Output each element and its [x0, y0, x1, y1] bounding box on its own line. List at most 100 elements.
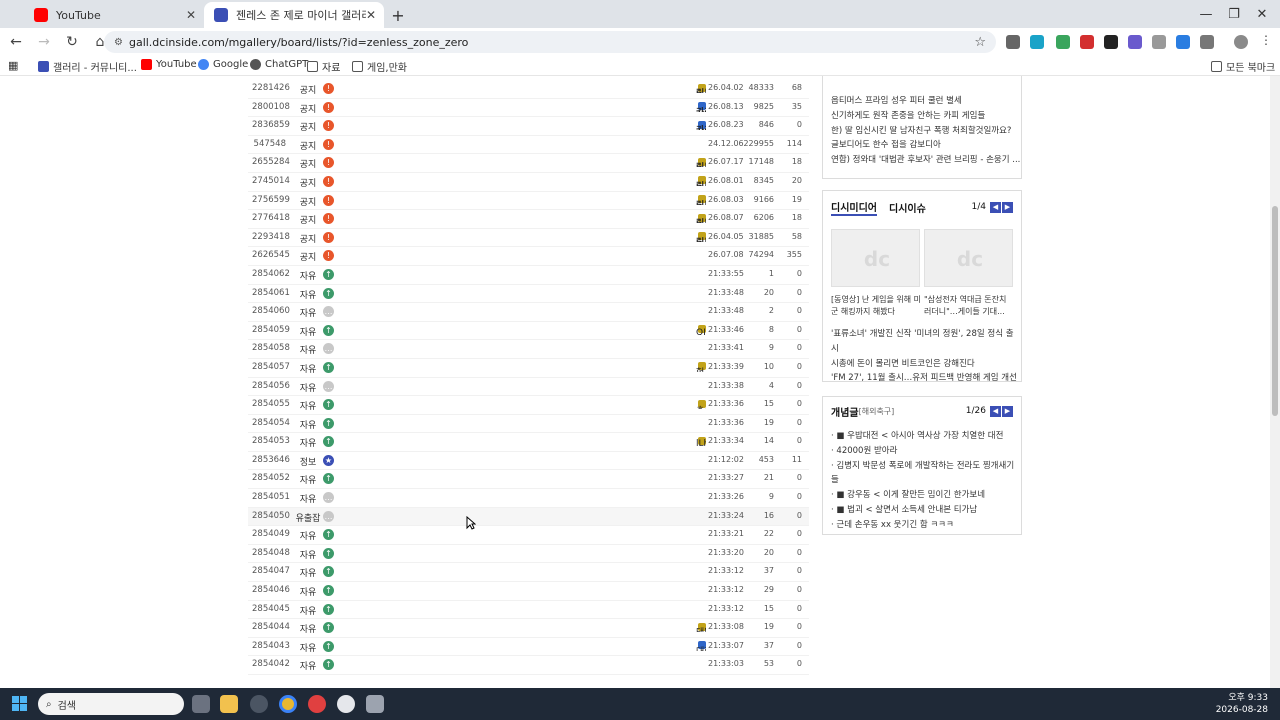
post-row[interactable]: 2854050유출잡…스포)3.3 테섭은 언제에요? [1]ㅇㅇ[virtua… [248, 507, 809, 527]
media-caption[interactable]: "삼성전자 역대급 돈잔치 러더니"…게이들 기대... [924, 294, 1014, 318]
post-row[interactable]: 2854058자유…형들 찢은 리딤한개야? [3]찢붕이(121.158)[K… [248, 340, 809, 359]
post-row[interactable]: 2854043자유↑mr.로인데 생각보다 얇쳤네 [1]대학원오지마21:33… [248, 638, 809, 657]
post-row[interactable]: 2854047자유↑피닉스 미리색 금발일줄은 몰랐네 [1]ㅇㅇ[v83jso… [248, 563, 809, 583]
extension-icon[interactable] [1176, 35, 1190, 49]
extension-icon[interactable] [1006, 35, 1020, 49]
post-row[interactable]: 2854053자유↑근데 이게 무슨말이야 [1]lLhl21:33:34140 [248, 433, 809, 452]
next-arrow-icon[interactable]: ▶ [1002, 201, 1013, 213]
post-row[interactable]: 2854057자유↑수나 낸도 어디서 사야하나요 제발 알려주세요 [1]헌시… [248, 359, 809, 378]
concept-item[interactable]: · ■ 우밥대전 < 아시아 역사상 가장 치열한 대전 [831, 429, 1021, 444]
post-row[interactable]: 2854055자유↑갖고 있는 스킨 안 끼면 튀지는 병 걸려있긴 한데 ㅎㅋ… [248, 396, 809, 415]
concept-item[interactable]: · 42000원 받아라 [831, 444, 1021, 459]
forward-icon[interactable]: → [32, 30, 56, 54]
reload-icon[interactable]: ↻ [60, 30, 84, 54]
post-row[interactable]: 2854060자유…룩시 전무 이펙트 보니까 비리는 캐릭인가 ㅅㅇ[aven… [248, 303, 809, 322]
page-scrollbar[interactable] [1270, 76, 1280, 688]
concept-item[interactable]: · 근데 손우동 xx 웃기긴 함 ㅋㅋㅋ [831, 518, 1021, 533]
post-writer[interactable]: 림보공동 [578, 157, 706, 167]
prev-arrow-icon[interactable]: ◀ [990, 201, 1001, 213]
concept-item[interactable]: · 김병지 박문성 폭로에 개발작하는 전라도 찡개새기들 [831, 459, 1021, 489]
post-row[interactable]: 2854059자유↑피닉스 린드베른 같은 버전이면 트럭지른다 QINGYI2… [248, 322, 809, 341]
tab-youtube[interactable]: YouTube ✕ [24, 2, 204, 28]
post-row[interactable]: 2836859공지!정보글 제보 창구 [2]카리아명예기사26.08.2384… [248, 117, 809, 136]
chrome-icon[interactable] [279, 695, 297, 713]
post-writer[interactable]: 댄당멋 [578, 622, 706, 632]
next-arrow-icon[interactable]: ▶ [1002, 405, 1013, 417]
close-tab-icon[interactable]: ✕ [366, 8, 376, 22]
post-row[interactable]: 2655284공지!✳+초대코드 공유는 여기서✳+ [1383]림보공동26.… [248, 154, 809, 173]
tab-dcmedia[interactable]: 디시미디어 [831, 199, 877, 216]
media-caption[interactable]: [동영상] 난 게임을 위해 미군 해킹까지 해봤다 [831, 294, 921, 318]
post-row[interactable]: 2854061자유↑린드베른 표정 시발ㅋㅋㅋㅋㅋㅋㅋㅋㅋㅋㅋㅋㅋ ㅇㅇ[ind… [248, 285, 809, 304]
news-item[interactable]: '표류소녀' 개발진 신작 '미녀의 정원', 28일 정식 출시 [831, 327, 1021, 357]
post-row[interactable]: 2853646정보★클라렛, 룩시 형상 시네마 일러스트 [19]ㅇㅇ[wye… [248, 452, 809, 471]
extension-icon[interactable] [1104, 35, 1118, 49]
post-row[interactable]: 2626545공지!신문고 4호 [13]찢붕이(211.224)[KT]26.… [248, 247, 809, 266]
concept-item[interactable]: · ■ 법괴 < 살면서 소득세 안내본 티가남 [831, 503, 1021, 518]
extension-icon[interactable] [1030, 35, 1044, 49]
post-writer[interactable]: ㅎㅋㄹ [578, 399, 706, 409]
post-row[interactable]: 2854051자유…3.2는 고아용 브금 나올거 같네 ㅇㅇ[format56… [248, 489, 809, 508]
post-row[interactable]: 2293418공지!에이전트 동행, 흥미 이벤트 모음 림보공동26.04.0… [248, 229, 809, 248]
hot-list-item[interactable]: 한) 딸 임신시킨 딸 남자친구 폭행 처죄할것일까요? [831, 124, 1021, 139]
close-window-icon[interactable]: ✕ [1242, 0, 1280, 28]
address-bar[interactable]: ⚙ gall.dcinside.com/mgallery/board/lists… [104, 31, 996, 53]
extension-icon[interactable] [1056, 35, 1070, 49]
extensions-puzzle-icon[interactable] [1200, 35, 1214, 49]
extension-icon[interactable] [1128, 35, 1142, 49]
extension-icon[interactable] [1152, 35, 1166, 49]
menu-kebab-icon[interactable]: ⋮ [1260, 33, 1274, 47]
close-tab-icon[interactable]: ✕ [186, 8, 196, 22]
system-clock[interactable]: 오후 9:33 2026-08-28 [1216, 692, 1268, 716]
post-writer[interactable]: 림보공동 [578, 213, 706, 223]
post-row[interactable]: 2854054자유↑자오 힘겨루기 한다니깐 존나귀엽네 ㅇㅇ[blow3912… [248, 415, 809, 434]
all-bookmarks[interactable]: 모든 북마크 [1211, 59, 1275, 74]
hot-list-item[interactable]: 신기하게도 원작 존중을 안하는 카피 게임들 [831, 109, 1021, 124]
post-writer[interactable]: 림보공동 [578, 83, 706, 93]
post-row[interactable]: 2281426공지!젠레스 존 제로 마이너갤 공지사항 [26]림보공동26.… [248, 80, 809, 99]
extension-icon[interactable] [1080, 35, 1094, 49]
app-icon[interactable] [250, 695, 268, 713]
concept-item[interactable]: · ■ 강우동 < 이게 잘만든 밈이긴 한가보네 [831, 488, 1021, 503]
post-row[interactable]: 2854044자유↑근데 확실히 귀엽다 댄당멋21:33:08190 [248, 619, 809, 638]
bookmark-star-icon[interactable]: ☆ [974, 35, 986, 50]
task-view-icon[interactable] [192, 695, 210, 713]
tab-dcinside[interactable]: 젠레스 존 제로 마이너 갤러리 ✕ [204, 2, 384, 28]
scrollbar-thumb[interactable] [1272, 206, 1278, 416]
profile-avatar[interactable] [1234, 35, 1248, 49]
hot-list-item[interactable]: 옵티머스 프라임 성우 피터 쿨런 별세 [831, 94, 1021, 109]
post-writer[interactable]: QINGYI [578, 325, 706, 335]
post-row[interactable]: 2854045자유↑아 씨ㅣㅣㅣ발 공방 까먹음 ㅇㅇ[rrd1234]21:3… [248, 601, 809, 620]
site-info-icon[interactable]: ⚙ [114, 37, 123, 48]
post-row[interactable]: 2854052자유↑근데 방어 힘겨루기 준다는게 ㅇㅇ[rabbit0031]… [248, 470, 809, 490]
post-row[interactable]: 547548공지![8/2 갱신] 리딤코드 모음 [30](1.234)[LG… [248, 136, 809, 155]
file-explorer-icon[interactable] [220, 695, 238, 713]
post-row[interactable]: 2854062자유↑피닉스는 보자마자 대가리 깨짐 ㅇㅇ아닌미야비[buyer… [248, 266, 809, 285]
prev-arrow-icon[interactable]: ◀ [990, 405, 1001, 417]
new-tab-button[interactable]: + [384, 2, 412, 28]
post-writer[interactable]: 헌시제로미엔맛 [578, 362, 706, 372]
post-row[interactable]: 2756599공지!반올림 굿즈 교환 글 [74]림보공동26.08.0391… [248, 192, 809, 211]
post-row[interactable]: 2854056자유…트리거 1돌보단 공사파츠인 루시아 1돌이 나으려나 ㅇㅇ… [248, 378, 809, 397]
hot-list-item[interactable]: 연합) 정와대 '대법관 후보자' 관련 브리핑 - 손웅기 ... [831, 153, 1021, 168]
post-writer[interactable]: 림보공동 [578, 232, 706, 242]
post-row[interactable]: 2854049자유↑피닉스 뭔가 가챠심이 든다 [2]ㅇㅇ[puzzle739… [248, 526, 809, 545]
post-writer[interactable]: 림보공동 [578, 176, 706, 186]
post-row[interactable]: 2800108공지!젠레스 존 제로 갤러리 정보글 모음 총집편 [23]카리… [248, 99, 809, 118]
windows-start-icon[interactable] [12, 696, 28, 712]
post-writer[interactable]: 카리아명예기사 [578, 102, 706, 112]
news-item[interactable]: 시총에 돈이 몰리면 비트코인은 강해진다 [831, 357, 1021, 372]
post-writer[interactable]: 카리아명예기사 [578, 120, 706, 130]
post-row[interactable]: 2776418공지!젠존제 픽업 일정 [19]림보공동26.08.076206… [248, 210, 809, 229]
post-writer[interactable]: 대학원오지마 [578, 641, 706, 651]
post-row[interactable]: 2854042자유↑린드베른 실장 확정인가?? [3]ㅇㅇ[client179… [248, 656, 809, 675]
chrome-icon[interactable] [308, 695, 326, 713]
bookmark-folder[interactable]: 게임,만화 [352, 59, 407, 74]
post-writer[interactable]: 림보공동 [578, 195, 706, 205]
news-item[interactable]: 'FM 27', 11월 출시…유저 피드백 반영해 게임 개선 [831, 371, 1021, 386]
back-icon[interactable]: ← [4, 30, 28, 54]
bookmark-google[interactable]: Google [198, 59, 248, 70]
bookmark-dcinside[interactable]: 갤러리 - 커뮤니티... [38, 59, 137, 74]
post-row[interactable]: 2854048자유↑여진에물렸다생각하고 클라렛 명전해주까? ㅇㅇ[pillo… [248, 545, 809, 564]
bookmark-folder[interactable]: 자료 [307, 59, 340, 74]
